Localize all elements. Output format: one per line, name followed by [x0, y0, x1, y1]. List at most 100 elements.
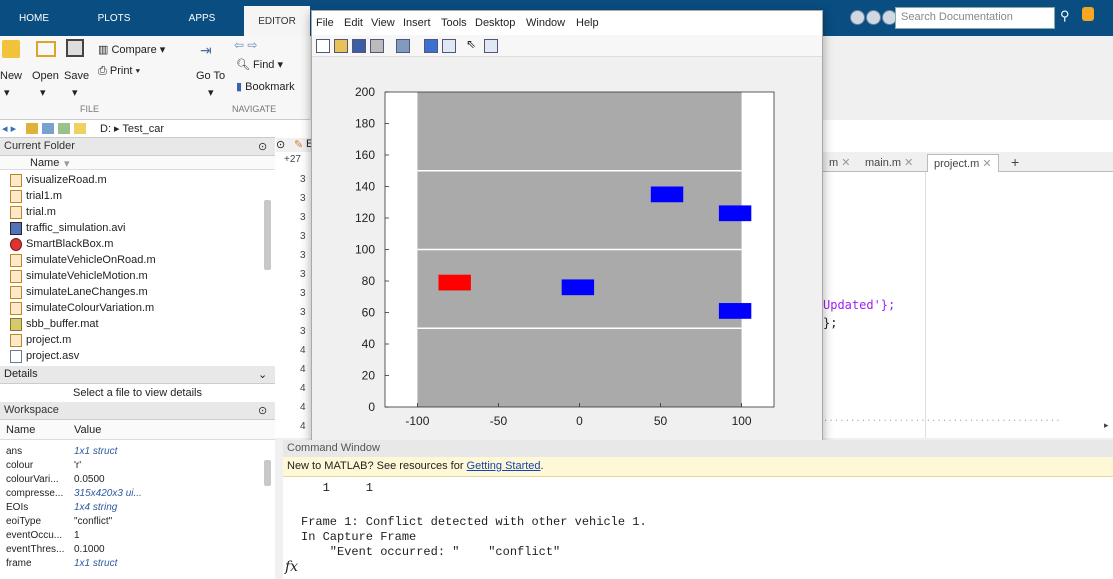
- tab-project[interactable]: project.m ✕: [927, 154, 999, 172]
- file-name: visualizeRoad.m: [26, 174, 107, 186]
- close-icon[interactable]: ✕: [904, 157, 913, 169]
- panel-options-icon[interactable]: ⊙: [258, 404, 267, 417]
- figure-window[interactable]: File Edit View Insert Tools Desktop Wind…: [311, 10, 823, 443]
- menu-tools[interactable]: Tools: [441, 17, 467, 29]
- table-row[interactable]: compresse... 315x420x3 ui...: [0, 488, 275, 501]
- column-header[interactable]: Name ▾: [0, 156, 275, 170]
- open-file-icon[interactable]: [334, 39, 348, 53]
- search-icon[interactable]: ⚲: [1060, 8, 1070, 24]
- new-button[interactable]: New: [0, 70, 22, 82]
- goto-button[interactable]: Go To: [196, 70, 225, 82]
- list-item[interactable]: SmartBlackBox.m: [10, 236, 113, 252]
- list-item[interactable]: simulateColourVariation.m: [10, 300, 154, 316]
- workspace-column-header[interactable]: Name Value: [0, 420, 275, 440]
- options-icon[interactable]: ⊙: [276, 138, 285, 151]
- table-row[interactable]: colour 'r': [0, 460, 275, 473]
- tab-home[interactable]: HOME: [0, 0, 68, 36]
- close-icon[interactable]: ✕: [982, 158, 991, 170]
- list-item[interactable]: simulateVehicleMotion.m: [10, 268, 148, 284]
- chevron-down-icon[interactable]: ▾: [208, 86, 214, 99]
- menu-desktop[interactable]: Desktop: [475, 17, 515, 29]
- road-plot[interactable]: 0 20 40 60 80 100 120 140 160 180 200 -100 -50 0 50 100: [312, 57, 822, 442]
- help-icon[interactable]: [866, 10, 881, 25]
- legend-icon[interactable]: [442, 39, 456, 53]
- table-row[interactable]: frame 1x1 struct: [0, 558, 275, 571]
- code-line[interactable]: Updated'};: [823, 298, 895, 312]
- layout-icon[interactable]: [850, 10, 865, 25]
- save-button[interactable]: Save: [64, 70, 89, 82]
- name-column-header[interactable]: Name: [30, 157, 59, 169]
- list-item[interactable]: trial.m: [10, 204, 56, 220]
- details-header[interactable]: Details ⌄: [0, 366, 275, 384]
- workspace-scrollbar[interactable]: [264, 460, 271, 486]
- new-figure-icon[interactable]: [316, 39, 330, 53]
- compare-button[interactable]: ▥ Compare ▾: [98, 43, 165, 56]
- scroll-right-icon[interactable]: ▸: [1104, 420, 1109, 431]
- chevron-down-icon[interactable]: ▾: [40, 86, 46, 99]
- list-item[interactable]: traffic_simulation.avi: [10, 220, 125, 236]
- open-folder-icon[interactable]: [36, 41, 56, 57]
- link-plot-icon[interactable]: [396, 39, 410, 53]
- list-item[interactable]: project.m: [10, 332, 71, 348]
- nav-arrows-icon[interactable]: ◂ ▸: [2, 122, 16, 135]
- panel-options-icon[interactable]: ⊙: [258, 140, 267, 153]
- list-item[interactable]: visualizeRoad.m: [10, 172, 107, 188]
- property-editor-icon[interactable]: [484, 39, 498, 53]
- list-item[interactable]: project.asv: [10, 348, 79, 364]
- find-button[interactable]: 🔍︎ Find ▾: [236, 58, 283, 71]
- menu-help[interactable]: Help: [576, 17, 599, 29]
- file-list[interactable]: visualizeRoad.m trial1.m trial.m traffic…: [0, 170, 275, 366]
- close-icon[interactable]: ✕: [841, 157, 850, 169]
- code-line[interactable]: };: [823, 316, 837, 330]
- workspace-table[interactable]: ans 1x1 struct colour 'r' colourVari... 0.0…: [0, 440, 275, 579]
- menu-insert[interactable]: Insert: [403, 17, 431, 29]
- list-item[interactable]: trial1.m: [10, 188, 62, 204]
- tab-plots[interactable]: PLOTS: [68, 0, 160, 36]
- new-file-icon[interactable]: [2, 40, 20, 58]
- menu-file[interactable]: File: [316, 17, 334, 29]
- line-number: 4: [300, 345, 306, 356]
- list-item[interactable]: simulateVehicleOnRoad.m: [10, 252, 156, 268]
- getting-started-link[interactable]: Getting Started: [467, 460, 541, 472]
- colorbar-icon[interactable]: [424, 39, 438, 53]
- table-row[interactable]: colourVari... 0.0500: [0, 474, 275, 487]
- function-prompt-icon[interactable]: fx: [285, 559, 298, 575]
- folder-path[interactable]: D: ▸ Test_car: [100, 122, 164, 135]
- tab-partial[interactable]: m ✕: [823, 154, 856, 172]
- add-tab-icon[interactable]: +: [1005, 152, 1025, 170]
- notification-bell-icon[interactable]: [1082, 7, 1094, 21]
- name-column-header[interactable]: Name: [6, 424, 35, 436]
- pointer-icon[interactable]: ⇖: [466, 37, 480, 51]
- save-figure-icon[interactable]: [352, 39, 366, 53]
- address-bar[interactable]: ◂ ▸ D: ▸ Test_car: [0, 120, 310, 138]
- value-column-header[interactable]: Value: [74, 424, 101, 436]
- chevron-down-icon[interactable]: ⌄: [258, 368, 267, 381]
- command-window-output[interactable]: 1 1 Frame 1: Conflict detected with othe…: [283, 477, 1113, 579]
- file-list-scrollbar[interactable]: [264, 200, 271, 270]
- table-row[interactable]: eoiType "conflict": [0, 516, 275, 529]
- table-row[interactable]: eventOccu... 1: [0, 530, 275, 543]
- table-row[interactable]: EOIs 1x4 string: [0, 502, 275, 515]
- browse-folder-icon[interactable]: [58, 123, 70, 134]
- tab-editor[interactable]: EDITOR: [244, 6, 310, 36]
- table-row[interactable]: ans 1x1 struct: [0, 446, 275, 459]
- chevron-down-icon[interactable]: ▾: [4, 86, 10, 99]
- save-icon[interactable]: [66, 39, 84, 57]
- up-folder-icon[interactable]: [42, 123, 54, 134]
- print-button[interactable]: ⎙ Print ▾: [98, 65, 140, 78]
- tab-apps[interactable]: APPS: [160, 0, 244, 36]
- chevron-down-icon[interactable]: ▾: [72, 86, 78, 99]
- line-number: 3: [300, 212, 306, 223]
- open-button[interactable]: Open: [32, 70, 59, 82]
- menu-edit[interactable]: Edit: [344, 17, 363, 29]
- print-figure-icon[interactable]: [370, 39, 384, 53]
- table-row[interactable]: eventThres... 0.1000: [0, 544, 275, 557]
- tab-main[interactable]: main.m ✕: [859, 154, 919, 172]
- search-input[interactable]: Search Documentation: [895, 7, 1055, 29]
- menu-view[interactable]: View: [371, 17, 395, 29]
- menu-window[interactable]: Window: [526, 17, 565, 29]
- back-forward-arrows-icon[interactable]: ⇦ ⇨: [234, 38, 257, 52]
- bookmark-button[interactable]: ▮ Bookmark: [236, 80, 295, 93]
- list-item[interactable]: simulateLaneChanges.m: [10, 284, 148, 300]
- list-item[interactable]: sbb_buffer.mat: [10, 316, 99, 332]
